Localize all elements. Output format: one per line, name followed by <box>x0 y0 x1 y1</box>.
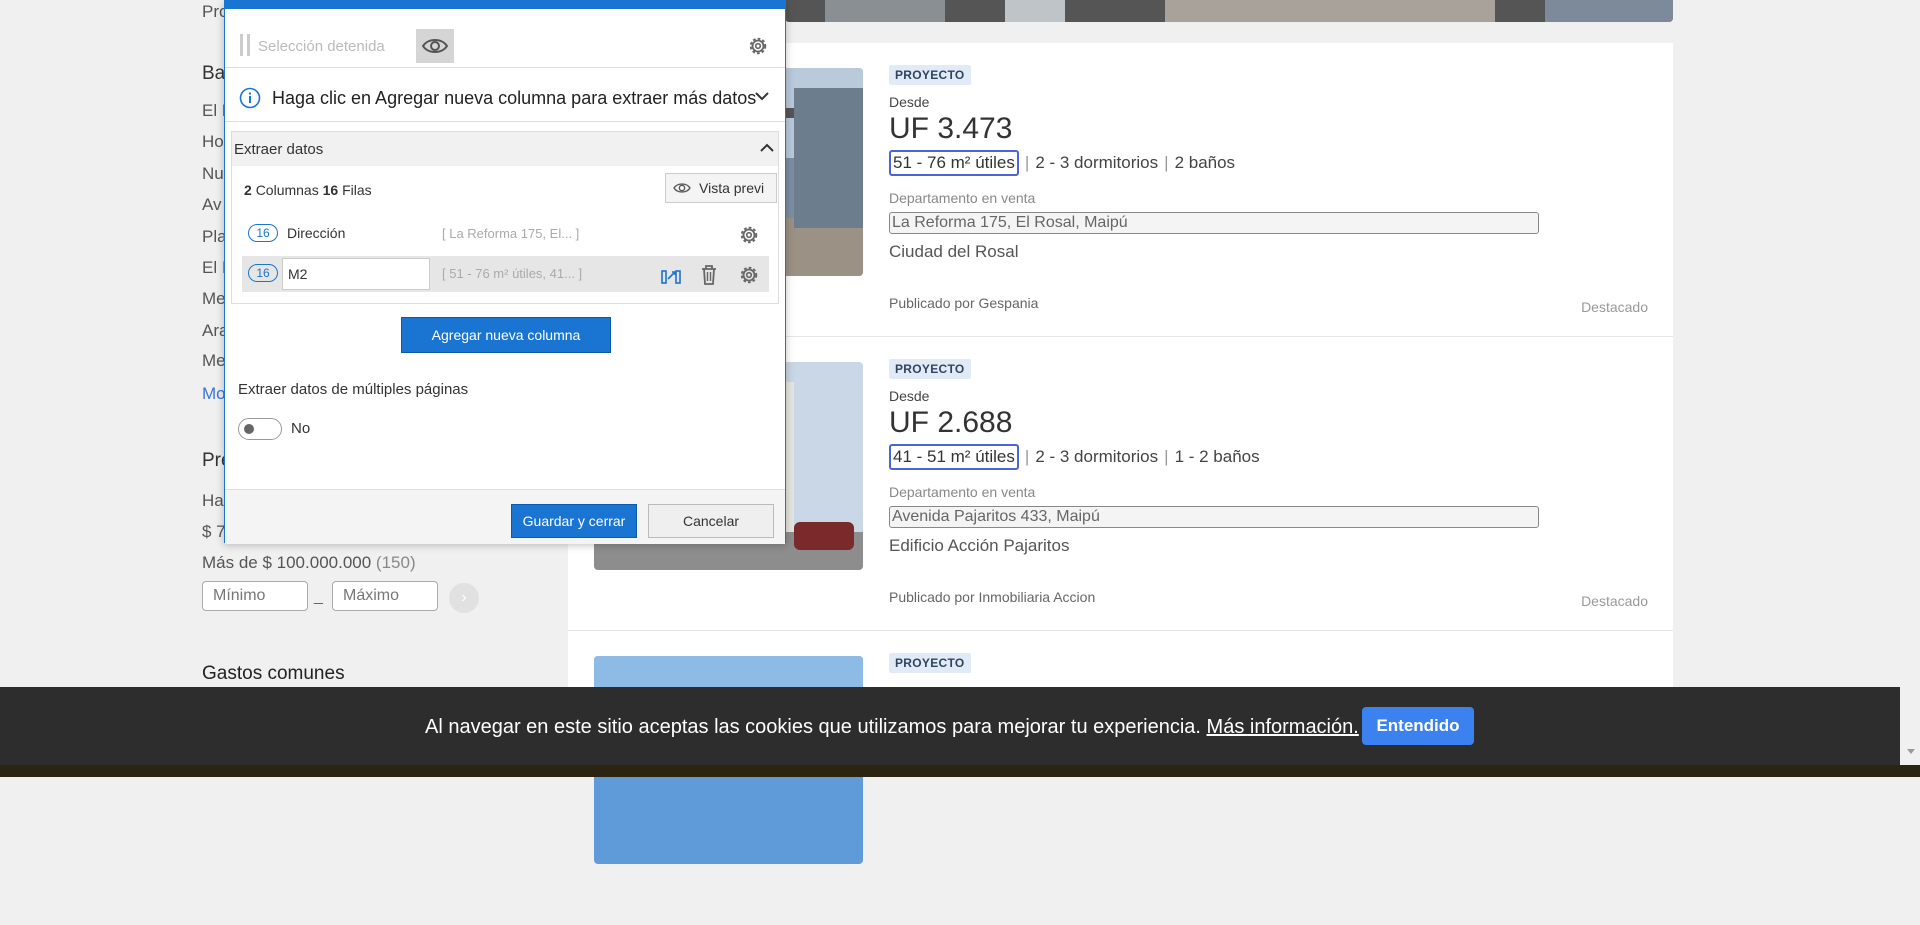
listing-bedrooms: 2 - 3 dormitorios <box>1035 447 1159 466</box>
multi-page-state: No <box>291 420 311 437</box>
cookie-more-info-link[interactable]: Más información. <box>1207 716 1359 738</box>
listing-type: Departamento en venta <box>889 190 1036 206</box>
filter-option[interactable]: Ho <box>202 132 224 152</box>
column-sample: [ La Reforma 175, El... ] <box>442 226 580 241</box>
extract-data-panel: Extraer datos 2 Columnas 16 Filas Vista … <box>231 131 779 304</box>
info-banner[interactable]: Haga clic en Agregar nueva columna para … <box>235 75 775 121</box>
price-prefix: Desde <box>889 388 930 404</box>
preview-button[interactable]: Vista previ <box>665 173 777 203</box>
trash-icon[interactable] <box>699 264 719 286</box>
extract-data-header[interactable]: Extraer datos <box>232 132 778 166</box>
cookie-accept-button[interactable]: Entendido <box>1362 707 1474 745</box>
filter-option[interactable]: Me <box>202 351 226 371</box>
add-column-button[interactable]: Agregar nueva columna <box>401 317 611 353</box>
listing-project-name[interactable]: Ciudad del Rosal <box>889 242 1539 262</box>
selection-status: Selección detenida <box>258 38 385 55</box>
listing-info: PROYECTO <box>889 653 971 673</box>
filter-option[interactable]: Me <box>202 289 226 309</box>
eye-icon <box>673 183 691 193</box>
listing-card[interactable]: PROYECTO <box>568 631 1673 925</box>
listing-bedrooms: 2 - 3 dormitorios <box>1035 153 1159 172</box>
filter-option[interactable]: Pla <box>202 227 227 247</box>
chevron-right-icon: › <box>461 589 467 606</box>
gear-icon[interactable] <box>738 264 760 286</box>
listing-publisher: Publicado por Gespania <box>889 295 1039 311</box>
info-icon <box>239 87 261 109</box>
listing-featured-tag: Destacado <box>1581 593 1648 609</box>
scroll-down-icon[interactable] <box>1907 749 1915 754</box>
filter-option[interactable]: Nu <box>202 164 224 184</box>
extract-counts: 2 Columnas 16 Filas <box>244 182 372 198</box>
column-row-editing[interactable]: 16 [ 51 - 76 m² útiles, 41... ] <box>242 256 769 292</box>
listing-badge: PROYECTO <box>889 65 971 85</box>
filter-option[interactable]: $ 7 <box>202 522 226 542</box>
show-more-link[interactable]: Mo <box>202 384 226 404</box>
header-photo-strip <box>785 0 1673 22</box>
column-sample: [ 51 - 76 m² útiles, 41... ] <box>442 266 583 281</box>
extract-data-title: Extraer datos <box>234 141 324 158</box>
eye-icon <box>422 39 448 53</box>
pause-icon[interactable] <box>240 34 250 56</box>
extractor-toolbar: Selección detenida <box>225 21 785 63</box>
listing-project-name[interactable]: Edificio Acción Pajaritos <box>889 536 1539 556</box>
chevron-up-icon[interactable] <box>760 143 774 153</box>
chevron-down-icon[interactable] <box>755 91 769 101</box>
listing-area-highlighted: 51 - 76 m² útiles <box>889 150 1019 176</box>
filter-section-title-gastos: Gastos comunes <box>202 663 345 684</box>
multi-page-toggle[interactable] <box>238 418 282 440</box>
listing-specs: 51 - 76 m² útiles | 2 - 3 dormitorios | … <box>889 150 1539 176</box>
listing-price: UF 3.473 <box>889 112 1013 145</box>
listing-specs: 41 - 51 m² útiles | 2 - 3 dormitorios | … <box>889 444 1539 470</box>
gear-icon[interactable] <box>738 224 760 246</box>
price-apply-button[interactable]: › <box>449 583 479 613</box>
bottom-strip <box>0 765 1920 777</box>
listing-bathrooms: 2 baños <box>1174 153 1236 172</box>
listing-address-highlighted: Avenida Pajaritos 433, Maipú <box>889 506 1539 528</box>
multi-page-title: Extraer datos de múltiples páginas <box>238 381 469 398</box>
listing-publisher: Publicado por Inmobiliaria Accion <box>889 589 1096 605</box>
listing-info: PROYECTO Desde UF 3.473 51 - 76 m² útile… <box>889 65 1539 262</box>
preview-button-label: Vista previ <box>699 180 765 196</box>
listing-info: PROYECTO Desde UF 2.688 41 - 51 m² útile… <box>889 359 1539 556</box>
listing-area-highlighted: 41 - 51 m² útiles <box>889 444 1019 470</box>
gear-icon[interactable] <box>747 35 769 57</box>
column-name[interactable]: Dirección <box>287 225 345 241</box>
filter-option[interactable]: Ha <box>202 491 224 511</box>
filter-option[interactable]: El I <box>202 258 227 278</box>
listing-address-highlighted: La Reforma 175, El Rosal, Maipú <box>889 212 1539 234</box>
toggle-knob <box>244 424 254 434</box>
cookie-banner: Al navegar en este sitio aceptas las coo… <box>0 687 1900 765</box>
modal-footer: Guardar y cerrar Cancelar <box>225 489 785 544</box>
column-row[interactable]: 16 Dirección [ La Reforma 175, El... ] <box>242 216 769 252</box>
column-name-input[interactable] <box>282 258 430 290</box>
filter-option[interactable]: Av <box>202 195 222 215</box>
price-prefix: Desde <box>889 94 930 110</box>
cookie-text: Al navegar en este sitio aceptas las coo… <box>425 716 1359 738</box>
column-count-badge: 16 <box>248 224 278 242</box>
edit-selector-icon[interactable] <box>660 264 682 286</box>
cancel-button[interactable]: Cancelar <box>648 504 774 538</box>
page-scrollbar[interactable] <box>1903 0 1920 765</box>
filter-option-count: (150) <box>375 553 416 572</box>
listing-featured-tag: Destacado <box>1581 299 1648 315</box>
listing-type: Departamento en venta <box>889 484 1036 500</box>
toggle-highlight-button[interactable] <box>416 29 454 63</box>
save-close-button[interactable]: Guardar y cerrar <box>511 504 637 538</box>
listing-badge: PROYECTO <box>889 359 971 379</box>
filter-option-price-max[interactable]: Más de $ 100.000.000 (150) <box>202 553 416 573</box>
range-separator: _ <box>314 588 323 605</box>
price-max-input[interactable] <box>332 581 438 611</box>
extractor-modal: Selección detenida Haga clic en Agregar … <box>224 0 786 544</box>
listing-badge: PROYECTO <box>889 653 971 673</box>
filter-option-label: Más de $ 100.000.000 <box>202 553 372 572</box>
price-min-input[interactable] <box>202 581 308 611</box>
info-banner-text: Haga clic en Agregar nueva columna para … <box>272 87 757 108</box>
listing-bathrooms: 1 - 2 baños <box>1174 447 1260 466</box>
column-count-badge: 16 <box>248 264 278 282</box>
listing-price: UF 2.688 <box>889 406 1013 439</box>
filter-section-title-barrio: Ba <box>202 63 226 84</box>
